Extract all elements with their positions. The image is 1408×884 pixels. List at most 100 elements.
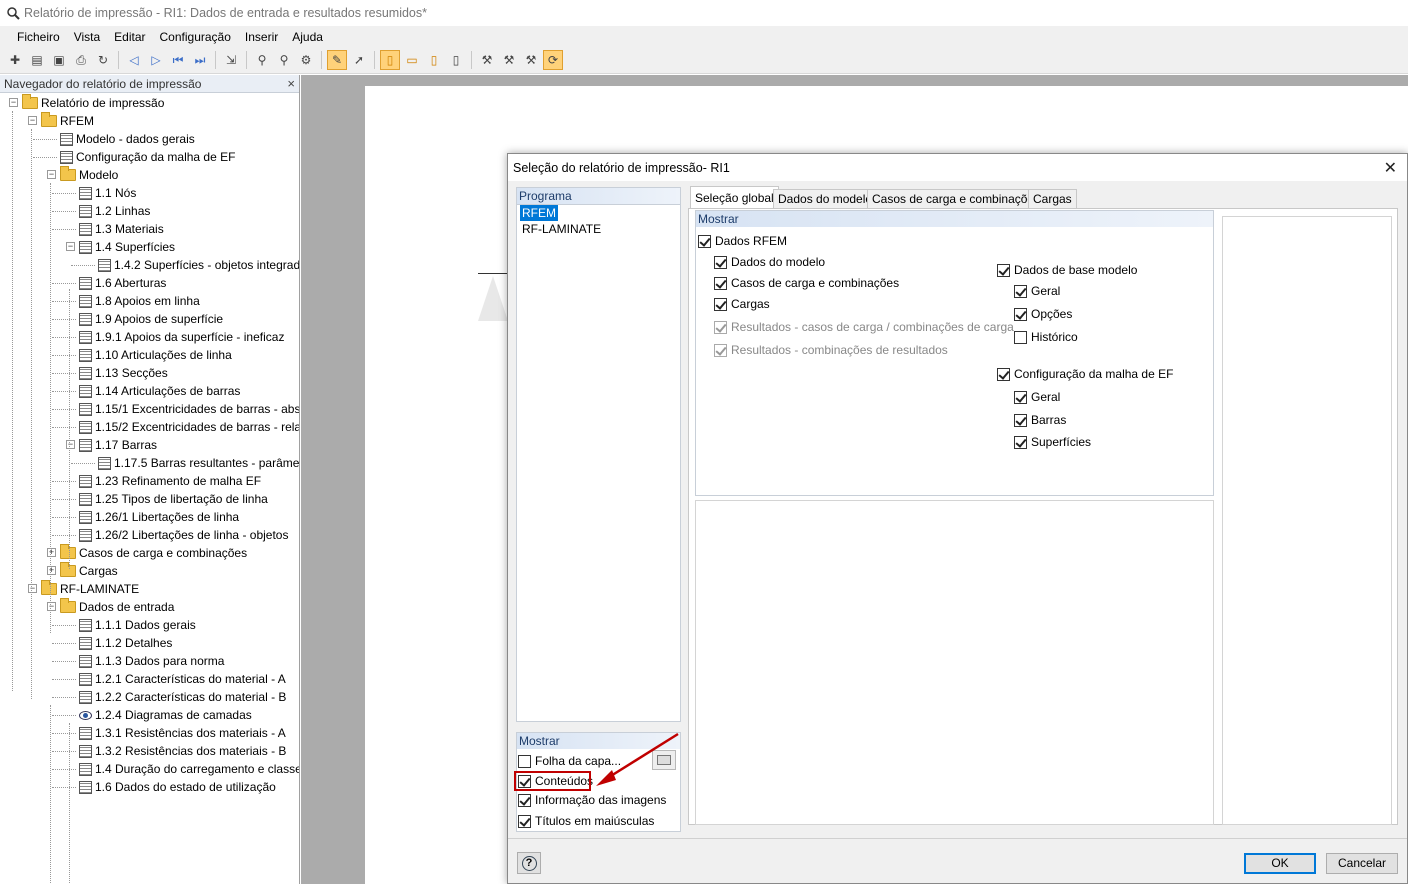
checkbox-malha-superficies[interactable]: Superfícies <box>1014 435 1091 449</box>
collapse-icon[interactable]: − <box>66 242 75 251</box>
tree-item-dados-de-entrada[interactable]: Dados de entrada <box>60 598 174 616</box>
zoom-icon[interactable]: ⚲ <box>252 50 272 70</box>
export-icon[interactable]: ⇲ <box>221 50 241 70</box>
collapse-icon[interactable]: − <box>47 170 56 179</box>
program-item-rfem[interactable]: RFEM <box>520 205 558 221</box>
tree-item-modelo[interactable]: Modelo <box>60 166 118 184</box>
tree-item-modelo-dados-gerais[interactable]: Modelo - dados gerais <box>60 130 195 148</box>
tree-item-1-2-1-caracteristicas-do-material-a[interactable]: 1.2.1 Características do material - A <box>79 670 286 688</box>
refresh-icon[interactable]: ↻ <box>93 50 113 70</box>
tree-item-1-6-dados-do-estado-de-utilizacao[interactable]: 1.6 Dados do estado de utilização <box>79 778 276 796</box>
tree-item-1-26-2-libertacoes-de-linha-objetos[interactable]: 1.26/2 Libertações de linha - objetos <box>79 526 288 544</box>
checkbox-cargas[interactable]: Cargas <box>714 297 770 311</box>
checkbox-box[interactable] <box>1014 330 1027 344</box>
tree-item-1-17-5-barras-resultantes-parametros[interactable]: 1.17.5 Barras resultantes - parâmetros <box>98 454 299 472</box>
close-icon[interactable]: × <box>287 76 295 91</box>
tree-item-rf-laminate[interactable]: RF-LAMINATE <box>41 580 139 598</box>
tree-item-1-10-articulacoes-de-linha[interactable]: 1.10 Articulações de linha <box>79 346 232 364</box>
tree-item-1-3-materiais[interactable]: 1.3 Materiais <box>79 220 164 238</box>
tree-item-rfem[interactable]: RFEM <box>41 112 94 130</box>
checkbox-configuracao-malha[interactable]: Configuração da malha de EF <box>997 367 1173 381</box>
program-item-rf-laminate[interactable]: RF-LAMINATE <box>520 222 603 236</box>
rotate-icon[interactable]: ⟳ <box>543 50 563 70</box>
collapse-icon[interactable]: − <box>28 116 37 125</box>
tree-item-1-15-1-excentricidades-de-barras-absolutas[interactable]: 1.15/1 Excentricidades de barras - absol… <box>79 400 299 418</box>
collapse-icon[interactable]: − <box>9 98 18 107</box>
menu-editar[interactable]: Editar <box>107 30 152 44</box>
tab-casos-de-carga-e-combinacoes[interactable]: Casos de carga e combinações <box>867 189 1046 208</box>
open-icon[interactable]: ▤ <box>27 50 47 70</box>
checkbox-base-geral[interactable]: Geral <box>1014 284 1060 298</box>
tree-item-1-2-linhas[interactable]: 1.2 Linhas <box>79 202 150 220</box>
tree-item-1-1-nos[interactable]: 1.1 Nós <box>79 184 136 202</box>
zoom-out-icon[interactable]: ⚲ <box>274 50 294 70</box>
selection-icon[interactable]: ✎ <box>327 50 347 70</box>
expand-icon[interactable]: + <box>47 548 56 557</box>
new-report-icon[interactable]: ✚ <box>5 50 25 70</box>
first-page-icon[interactable]: ⏮ <box>168 50 188 70</box>
tab-selecao-global[interactable]: Seleção global <box>690 186 779 209</box>
checkbox-base-historico[interactable]: Histórico <box>1014 330 1078 344</box>
tree-item-1-4-superficies[interactable]: 1.4 Superfícies <box>79 238 175 256</box>
checkbox-box[interactable] <box>714 255 727 269</box>
tree-item-1-9-apoios-de-superficie[interactable]: 1.9 Apoios de superfície <box>79 310 223 328</box>
tree-item-1-1-2-detalhes[interactable]: 1.1.2 Detalhes <box>79 634 172 652</box>
tree-item-1-4-2-superficies-objetos-integrados[interactable]: 1.4.2 Superfícies - objetos integrados <box>98 256 299 274</box>
tree-item-1-1-1-dados-gerais[interactable]: 1.1.1 Dados gerais <box>79 616 196 634</box>
checkbox-box[interactable] <box>1014 284 1027 298</box>
collapse-icon[interactable]: − <box>47 602 56 611</box>
tree-item-1-9-1-apoios-da-superficie-ineficaz[interactable]: 1.9.1 Apoios da superfície - ineficaz <box>79 328 284 346</box>
program-list[interactable]: RFEM RF-LAMINATE <box>517 204 680 237</box>
checkbox-malha-geral[interactable]: Geral <box>1014 390 1060 404</box>
checkbox-titulos-em-maiusculas[interactable]: Títulos em maiúsculas <box>518 814 654 828</box>
tree-item-1-3-1-resistencias-dos-materiais-a[interactable]: 1.3.1 Resistências dos materiais - A <box>79 724 286 742</box>
checkbox-base-opcoes[interactable]: Opções <box>1014 307 1072 321</box>
checkbox-box[interactable] <box>1014 413 1027 427</box>
checkbox-box[interactable] <box>997 263 1010 277</box>
save-icon[interactable]: ▣ <box>49 50 69 70</box>
tree-item-1-4-duracao-do-carregamento-e-classe[interactable]: 1.4 Duração do carregamento e classe <box>79 760 299 778</box>
settings-icon[interactable]: ⚙ <box>296 50 316 70</box>
collapse-icon[interactable]: − <box>28 584 37 593</box>
tree-item-1-13-seccoes[interactable]: 1.13 Secções <box>79 364 168 382</box>
checkbox-box[interactable] <box>518 793 531 807</box>
tool-c-icon[interactable]: ⚒ <box>521 50 541 70</box>
tree-item-configuracao-da-malha-de-ef[interactable]: Configuração da malha de EF <box>60 148 235 166</box>
tree-item-relatorio-de-impressao[interactable]: Relatório de impressão <box>22 94 164 112</box>
close-icon[interactable]: ✕ <box>1384 158 1397 178</box>
tree-item-1-2-2-caracteristicas-do-material-b[interactable]: 1.2.2 Características do material - B <box>79 688 286 706</box>
collapse-icon[interactable]: − <box>66 440 75 449</box>
checkbox-box[interactable] <box>997 367 1010 381</box>
checkbox-dados-rfem[interactable]: Dados RFEM <box>698 234 787 248</box>
print-icon[interactable]: ⎙ <box>71 50 91 70</box>
tree-item-1-26-1-libertacoes-de-linha[interactable]: 1.26/1 Libertações de linha <box>79 508 239 526</box>
checkbox-box[interactable] <box>1014 390 1027 404</box>
checkbox-box[interactable] <box>714 276 727 290</box>
menu-vista[interactable]: Vista <box>67 30 107 44</box>
tree-item-1-17-barras[interactable]: 1.17 Barras <box>79 436 157 454</box>
checkbox-casos-de-carga-e-combinacoes[interactable]: Casos de carga e combinações <box>714 276 899 290</box>
tool-b-icon[interactable]: ⚒ <box>499 50 519 70</box>
checkbox-malha-barras[interactable]: Barras <box>1014 413 1066 427</box>
menu-ajuda[interactable]: Ajuda <box>285 30 330 44</box>
tree-item-1-3-2-resistencias-dos-materiais-b[interactable]: 1.3.2 Resistências dos materiais - B <box>79 742 286 760</box>
menu-ficheiro[interactable]: Ficheiro <box>10 30 67 44</box>
menu-configuracao[interactable]: Configuração <box>153 30 238 44</box>
tree-item-casos-de-carga-e-combinacoes[interactable]: Casos de carga e combinações <box>60 544 247 562</box>
tree-item-1-25-tipos-de-libertacao-de-linha[interactable]: 1.25 Tipos de libertação de linha <box>79 490 268 508</box>
checkbox-dados-do-modelo[interactable]: Dados do modelo <box>714 255 825 269</box>
tree-item-1-6-aberturas[interactable]: 1.6 Aberturas <box>79 274 166 292</box>
last-page-icon[interactable]: ⏭ <box>190 50 210 70</box>
ok-button[interactable]: OK <box>1244 853 1316 874</box>
menu-inserir[interactable]: Inserir <box>238 30 285 44</box>
tree-item-1-14-articulacoes-de-barras[interactable]: 1.14 Articulações de barras <box>79 382 240 400</box>
checkbox-box[interactable] <box>714 297 727 311</box>
checkbox-box[interactable] <box>518 754 531 768</box>
tree-item-1-8-apoios-em-linha[interactable]: 1.8 Apoios em linha <box>79 292 200 310</box>
tab-dados-do-modelo[interactable]: Dados do modelo <box>773 189 878 208</box>
tree-item-1-15-2-excentricidades-de-barras-relativas[interactable]: 1.15/2 Excentricidades de barras - relat… <box>79 418 299 436</box>
checkbox-box[interactable] <box>698 234 711 248</box>
tab-cargas[interactable]: Cargas <box>1028 189 1077 208</box>
next-page-icon[interactable]: ▷ <box>146 50 166 70</box>
page-blank-icon[interactable]: ▯ <box>446 50 466 70</box>
